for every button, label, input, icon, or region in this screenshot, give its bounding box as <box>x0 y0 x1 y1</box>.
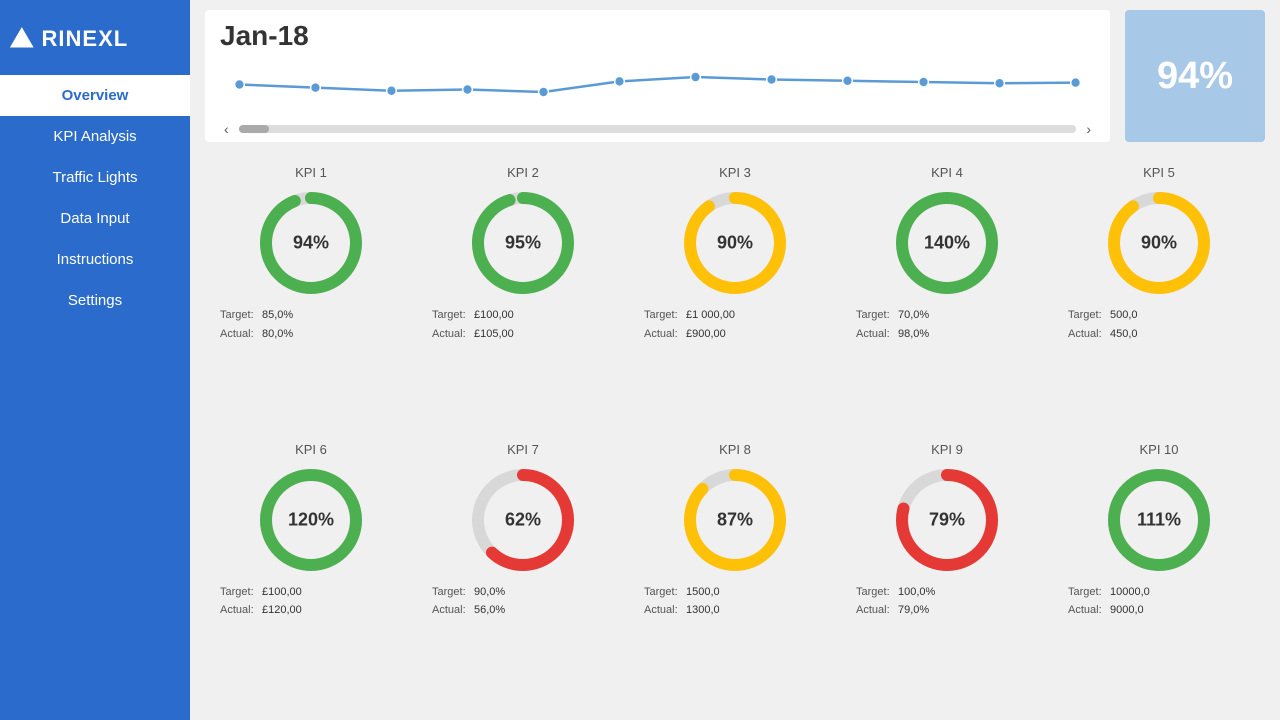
donut-4: 140% <box>892 188 1002 298</box>
kpi-card-3: KPI 3 90% Target:£1 000,00Actual:£900,00 <box>629 157 841 434</box>
donut-center-3: 90% <box>717 233 753 254</box>
donut-center-4: 140% <box>924 233 970 254</box>
kpi-info-9: Target:100,0%Actual:79,0% <box>846 583 1048 620</box>
kpi-info-2: Target:£100,00Actual:£105,00 <box>422 306 624 343</box>
sidebar: ⛰ RINEXL OverviewKPI AnalysisTraffic Lig… <box>0 0 190 720</box>
donut-center-9: 79% <box>929 509 965 530</box>
kpi-info-7: Target:90,0%Actual:56,0% <box>422 583 624 620</box>
donut-center-6: 120% <box>288 509 334 530</box>
donut-center-7: 62% <box>505 509 541 530</box>
donut-center-5: 90% <box>1141 233 1177 254</box>
donut-3: 90% <box>680 188 790 298</box>
logo-icon: ⛰ <box>10 22 34 55</box>
sidebar-item-kpi-analysis[interactable]: KPI Analysis <box>0 116 190 157</box>
kpi-title-10: KPI 10 <box>1139 442 1178 457</box>
donut-center-8: 87% <box>717 509 753 530</box>
kpi-title-1: KPI 1 <box>295 165 327 180</box>
kpi-title-2: KPI 2 <box>507 165 539 180</box>
scroll-bar: ‹ › <box>220 121 1095 137</box>
kpi-info-6: Target:£100,00Actual:£120,00 <box>210 583 412 620</box>
kpi-card-2: KPI 2 95% Target:£100,00Actual:£105,00 <box>417 157 629 434</box>
donut-7: 62% <box>468 465 578 575</box>
main-content: Jan-18 ‹ › 94% KPI 1 94% Target:85,0%Actua… <box>190 0 1280 720</box>
donut-6: 120% <box>256 465 366 575</box>
kpi-info-5: Target:500,0Actual:450,0 <box>1058 306 1260 343</box>
kpi-title-5: KPI 5 <box>1143 165 1175 180</box>
sidebar-item-settings[interactable]: Settings <box>0 280 190 321</box>
donut-center-1: 94% <box>293 233 329 254</box>
pct-badge: 94% <box>1125 10 1265 142</box>
donut-5: 90% <box>1104 188 1214 298</box>
sidebar-item-overview[interactable]: Overview <box>0 75 190 116</box>
kpi-info-1: Target:85,0%Actual:80,0% <box>210 306 412 343</box>
sparkline-chart <box>220 57 1095 112</box>
kpi-title-7: KPI 7 <box>507 442 539 457</box>
kpi-info-10: Target:10000,0Actual:9000,0 <box>1058 583 1260 620</box>
kpi-card-10: KPI 10 111% Target:10000,0Actual:9000,0 <box>1053 434 1265 711</box>
kpi-title-9: KPI 9 <box>931 442 963 457</box>
kpi-info-8: Target:1500,0Actual:1300,0 <box>634 583 836 620</box>
kpi-card-6: KPI 6 120% Target:£100,00Actual:£120,00 <box>205 434 417 711</box>
kpi-card-9: KPI 9 79% Target:100,0%Actual:79,0% <box>841 434 1053 711</box>
kpi-card-7: KPI 7 62% Target:90,0%Actual:56,0% <box>417 434 629 711</box>
kpi-title-4: KPI 4 <box>931 165 963 180</box>
kpi-card-1: KPI 1 94% Target:85,0%Actual:80,0% <box>205 157 417 434</box>
sparkline-container <box>220 57 1095 117</box>
sidebar-item-data-input[interactable]: Data Input <box>0 198 190 239</box>
topbar: Jan-18 ‹ › 94% <box>190 0 1280 147</box>
scroll-right-arrow[interactable]: › <box>1082 121 1095 137</box>
kpi-card-4: KPI 4 140% Target:70,0%Actual:98,0% <box>841 157 1053 434</box>
kpi-title-6: KPI 6 <box>295 442 327 457</box>
donut-9: 79% <box>892 465 1002 575</box>
donut-1: 94% <box>256 188 366 298</box>
date-chart-area: Jan-18 ‹ › <box>205 10 1110 142</box>
kpi-info-3: Target:£1 000,00Actual:£900,00 <box>634 306 836 343</box>
kpi-grid: KPI 1 94% Target:85,0%Actual:80,0% KPI 2 95%… <box>190 147 1280 720</box>
logo-text: RINEXL <box>42 26 129 52</box>
kpi-title-8: KPI 8 <box>719 442 751 457</box>
scroll-track[interactable] <box>239 125 1077 133</box>
donut-8: 87% <box>680 465 790 575</box>
kpi-card-5: KPI 5 90% Target:500,0Actual:450,0 <box>1053 157 1265 434</box>
date-title: Jan-18 <box>220 20 1095 52</box>
sidebar-item-traffic-lights[interactable]: Traffic Lights <box>0 157 190 198</box>
kpi-card-8: KPI 8 87% Target:1500,0Actual:1300,0 <box>629 434 841 711</box>
donut-center-2: 95% <box>505 233 541 254</box>
sidebar-item-instructions[interactable]: Instructions <box>0 239 190 280</box>
kpi-title-3: KPI 3 <box>719 165 751 180</box>
donut-10: 111% <box>1104 465 1214 575</box>
logo-area: ⛰ RINEXL <box>0 10 190 75</box>
donut-2: 95% <box>468 188 578 298</box>
scroll-left-arrow[interactable]: ‹ <box>220 121 233 137</box>
kpi-info-4: Target:70,0%Actual:98,0% <box>846 306 1048 343</box>
donut-center-10: 111% <box>1137 509 1181 530</box>
scroll-thumb <box>239 125 269 133</box>
